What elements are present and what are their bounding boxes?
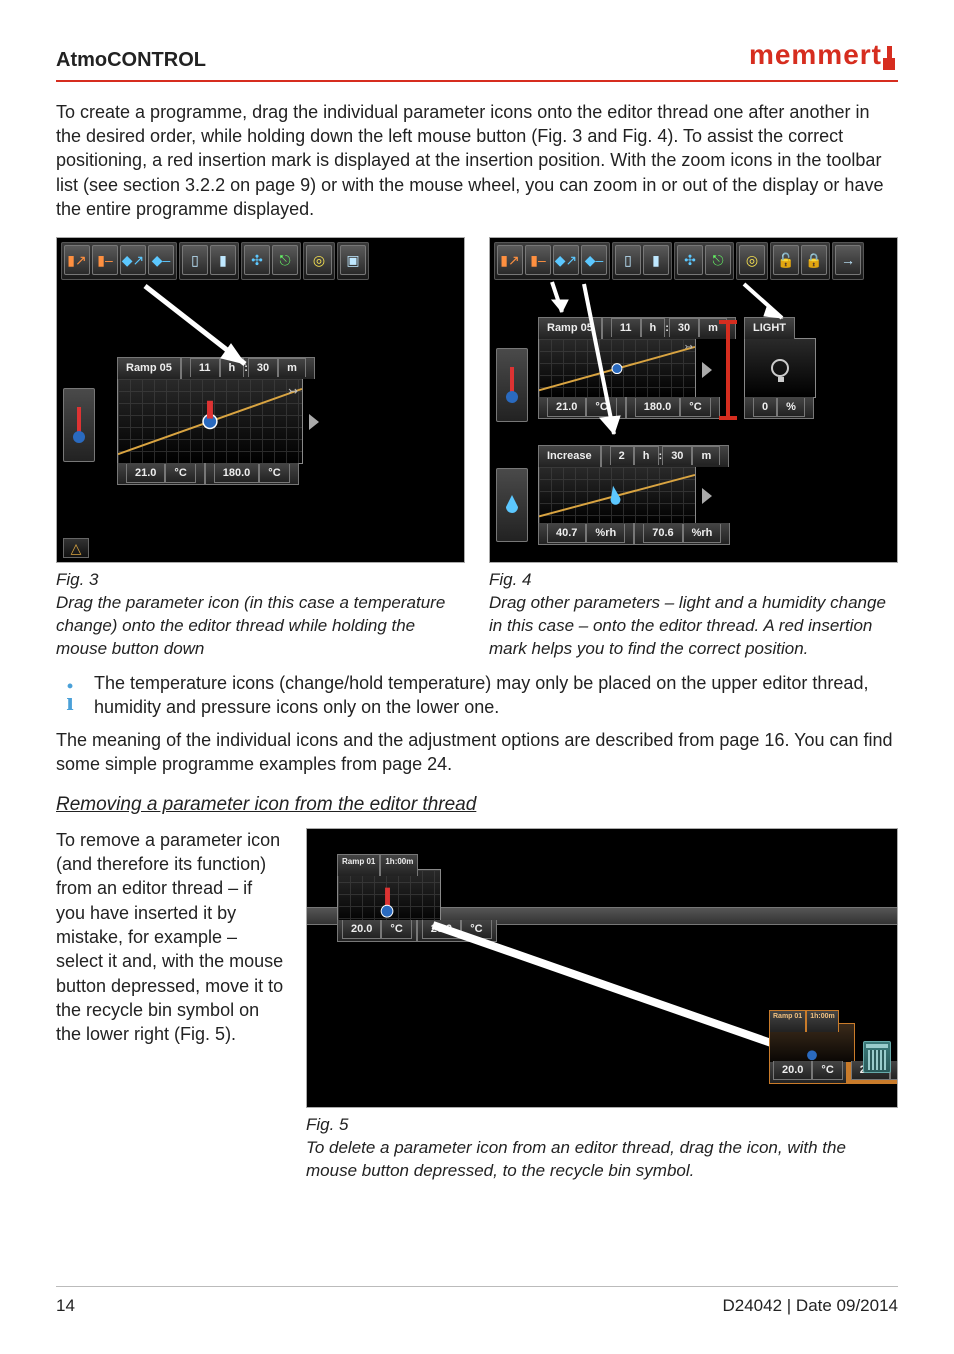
door-close-icon[interactable]: ▮ [210, 245, 236, 275]
figure-4-image: ▮↗▮–◆↗◆– ▯▮ ✣⎋ ◎ 🔓🔒 → Ramp 05 11h:30m ↣ [489, 237, 898, 563]
brand-text: memmert [749, 36, 882, 74]
fig5-ghost-start: 20.0°C [769, 1062, 847, 1084]
temp-ramp-icon[interactable]: ▮↗ [64, 245, 90, 275]
play-indicator-icon [702, 362, 712, 378]
play-indicator-icon [309, 414, 319, 430]
fig3-end-val: 180.0°C [205, 463, 299, 485]
thermometer-icon [496, 348, 528, 422]
doc-info: D24042 | Date 09/2014 [723, 1295, 899, 1318]
droplet-icon [496, 468, 528, 542]
toolbar-group-light: ◎ [303, 242, 335, 280]
remove-heading: Removing a parameter icon from the edito… [56, 792, 898, 818]
page-number: 14 [56, 1295, 75, 1318]
fig4-light-value: 0% [744, 397, 814, 419]
door-open-icon[interactable]: ▯ [615, 245, 641, 275]
end-icon[interactable]: ▣ [340, 245, 366, 275]
header-title: AtmoCONTROL [56, 47, 206, 74]
door-close-icon[interactable]: ▮ [643, 245, 669, 275]
brand-logo: memmert [749, 36, 898, 74]
toolbar-group-door: ▯ ▮ [179, 242, 239, 280]
humid-hold-icon[interactable]: ◆– [581, 245, 607, 275]
lock-open-icon[interactable]: 🔓 [773, 245, 799, 275]
fig5-src-dur: 1h:00m [380, 854, 418, 876]
toolbar-group-end: ▣ [337, 242, 369, 280]
lock-closed-icon[interactable]: 🔒 [801, 245, 827, 275]
remove-text: To remove a parameter icon (and therefor… [56, 828, 286, 1183]
info-icon: ı [56, 671, 84, 720]
fig4-humid-end: 70.6%rh [634, 523, 730, 545]
figure-4: ▮↗▮–◆↗◆– ▯▮ ✣⎋ ◎ 🔓🔒 → Ramp 05 11h:30m ↣ [489, 237, 898, 661]
humid-ramp-icon[interactable]: ◆↗ [553, 245, 579, 275]
temp-ramp-icon[interactable]: ▮↗ [497, 245, 523, 275]
fig4-humid-duration: 2h:30m [601, 445, 730, 467]
toolbar: ▮↗ ▮– ◆↗ ◆– ▯ ▮ ✣ ⎋ ◎ ▣ [61, 242, 460, 280]
humid-hold-icon[interactable]: ◆– [148, 245, 174, 275]
toolbar-group-temp: ▮↗ ▮– ◆↗ ◆– [61, 242, 177, 280]
fig5-source-block[interactable]: Ramp 01 1h:00m 20.0°C 20.0°C [337, 869, 441, 927]
play-indicator-icon [702, 488, 712, 504]
fig3-start-val: 21.0°C [117, 463, 205, 485]
fan-icon[interactable]: ✣ [677, 245, 703, 275]
fig5-ghost-block[interactable]: Ramp 01 1h:00m 20.0°C 20.0°C [769, 1023, 855, 1071]
figure-3-caption: Fig. 3 Drag the parameter icon (in this … [56, 569, 465, 661]
light-icon[interactable]: ◎ [739, 245, 765, 275]
fig4-light-block[interactable]: LIGHT 0% [744, 338, 816, 398]
insertion-mark-icon [726, 320, 730, 420]
remove-section: To remove a parameter icon (and therefor… [56, 828, 898, 1183]
figure-5-caption: Fig. 5 To delete a parameter icon from a… [306, 1114, 898, 1183]
recycle-bin-icon[interactable] [863, 1041, 891, 1073]
figure-5: Ramp 01 1h:00m 20.0°C 20.0°C Ramp 01 1h:… [306, 828, 898, 1183]
thermometer-icon [63, 388, 95, 462]
temp-hold-icon[interactable]: ▮– [525, 245, 551, 275]
arrow-icon[interactable]: → [835, 245, 861, 275]
alarm-icon[interactable]: △ [63, 538, 89, 558]
light-icon[interactable]: ◎ [306, 245, 332, 275]
page-footer: 14 D24042 | Date 09/2014 [56, 1286, 898, 1318]
fig4-humid-start: 40.7%rh [538, 523, 634, 545]
fig3-ramp-block[interactable]: Ramp 05 11h:30m ↣ 21.0°C 180.0°C [117, 378, 303, 464]
intro-paragraph: To create a programme, drag the individu… [56, 100, 898, 221]
drag-arrow-humid2-icon [544, 278, 574, 322]
fig5-ghost-name: Ramp 01 [769, 1010, 806, 1032]
meaning-paragraph: The meaning of the individual icons and … [56, 728, 898, 777]
door-open-icon[interactable]: ▯ [182, 245, 208, 275]
toolbar: ▮↗▮–◆↗◆– ▯▮ ✣⎋ ◎ 🔓🔒 → [494, 242, 893, 280]
figure-3: ▮↗ ▮– ◆↗ ◆– ▯ ▮ ✣ ⎋ ◎ ▣ [56, 237, 465, 661]
fan-icon[interactable]: ✣ [244, 245, 270, 275]
drag-arrow-humid-icon [576, 278, 636, 448]
fig5-src-name: Ramp 01 [337, 854, 380, 876]
figure-row-3-4: ▮↗ ▮– ◆↗ ◆– ▯ ▮ ✣ ⎋ ◎ ▣ [56, 237, 898, 661]
temp-hold-icon[interactable]: ▮– [92, 245, 118, 275]
figure-3-image: ▮↗ ▮– ◆↗ ◆– ▯ ▮ ✣ ⎋ ◎ ▣ [56, 237, 465, 563]
humid-ramp-icon[interactable]: ◆↗ [120, 245, 146, 275]
defrost-icon[interactable]: ⎋ [272, 245, 298, 275]
figure-5-image: Ramp 01 1h:00m 20.0°C 20.0°C Ramp 01 1h:… [306, 828, 898, 1108]
drag-arrow-light-icon [736, 278, 796, 328]
loop-icon: ↣ [685, 341, 693, 355]
drag-arrow-icon [135, 278, 265, 378]
page-header: AtmoCONTROL memmert [56, 36, 898, 82]
info-text: The temperature icons (change/hold tempe… [94, 671, 898, 720]
defrost-icon[interactable]: ⎋ [705, 245, 731, 275]
fig4-humid-block[interactable]: Increase 2h:30m 40.7%rh 70.6%rh [538, 466, 696, 524]
fig5-ghost-dur: 1h:00m [806, 1010, 839, 1032]
fig5-src-start: 20.0°C [337, 920, 417, 942]
toolbar-group-fxn: ✣ ⎋ [241, 242, 301, 280]
loop-icon: ↣ [288, 383, 298, 399]
fig4-temp-end: 180.0°C [626, 397, 720, 419]
brand-mark-icon [880, 46, 898, 74]
fig4-humid-name: Increase [538, 445, 601, 467]
info-note: ı The temperature icons (change/hold tem… [56, 671, 898, 720]
figure-4-caption: Fig. 4 Drag other parameters – light and… [489, 569, 898, 661]
bulb-icon [771, 359, 789, 377]
